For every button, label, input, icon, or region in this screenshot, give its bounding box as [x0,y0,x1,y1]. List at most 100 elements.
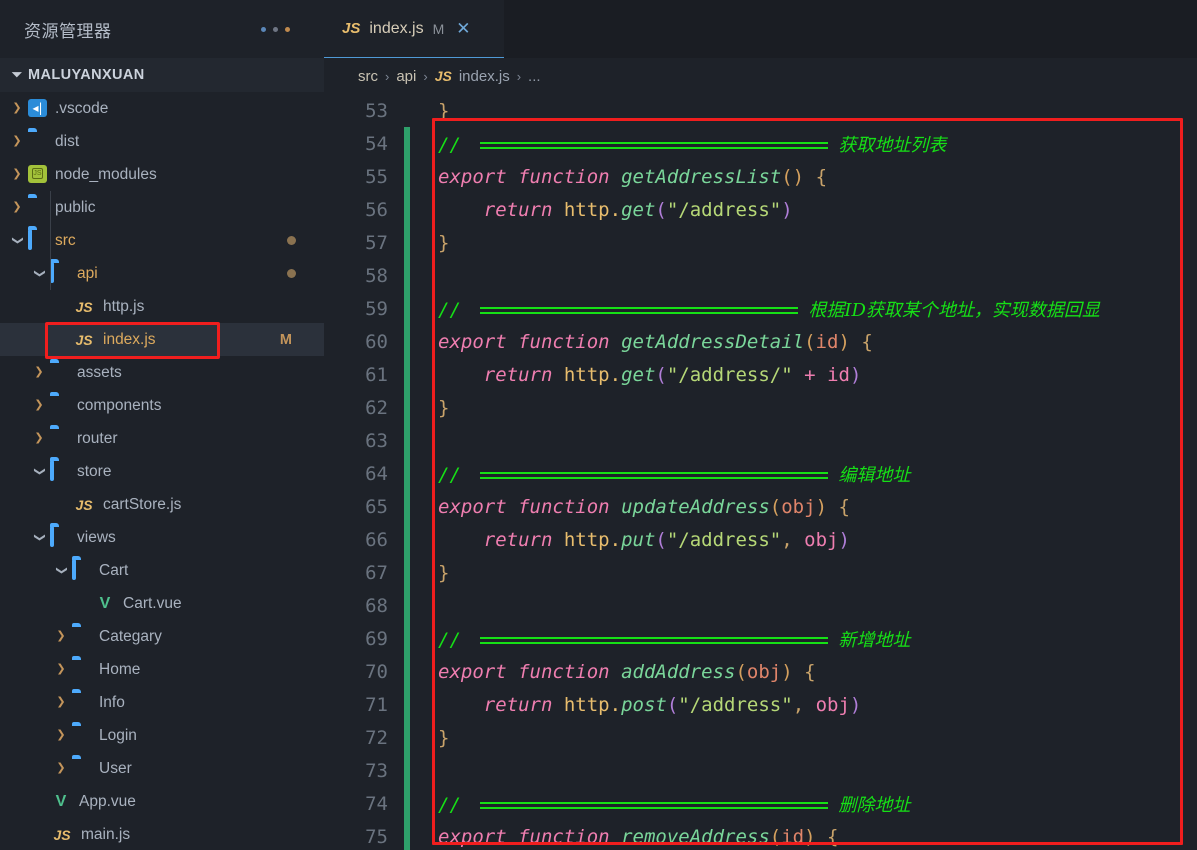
code-line[interactable]: 68 [324,589,1197,622]
code-line[interactable]: 72} [324,721,1197,754]
sidebar-item-cart[interactable]: ❯ Cart [0,554,324,587]
breadcrumb[interactable]: src › api › JS index.js ›... [324,58,1197,94]
sidebar-item-info[interactable]: ❯ Info [0,686,324,719]
code-editor[interactable]: 53} 54 // 获取地址列表 55 export function getAddre… [324,94,1197,850]
close-icon[interactable]: ✕ [456,19,470,39]
folder-icon [72,693,92,713]
code-line[interactable]: 70 export function addAddress(obj) { [324,655,1197,688]
sidebar-item-api[interactable]: ❯ api [0,257,324,290]
code-line-text: } [410,397,449,419]
breadcrumb-segment-src[interactable]: src [358,68,378,85]
sidebar-item-store[interactable]: ❯ store [0,455,324,488]
chevron-right-icon[interactable]: ❯ [50,763,72,774]
chevron-right-icon[interactable]: ❯ [28,400,50,411]
code-lines[interactable]: 53} 54 // 获取地址列表 55 export function getAddre… [324,94,1197,850]
code-line[interactable]: 63 [324,424,1197,457]
js-icon: JS [75,331,93,348]
sidebar-item-http-js[interactable]: JS http.js [0,290,324,323]
breadcrumb-segment-api[interactable]: api [396,68,416,85]
line-number: 58 [365,264,388,287]
sidebar-item-assets[interactable]: ❯ assets [0,356,324,389]
breadcrumb-file[interactable]: index.js [459,68,510,85]
code-line[interactable]: 69 // 新增地址 [324,622,1197,655]
editor-area: JS index.js M ✕ src › api › JS index.js ›... 53} 5… [324,0,1197,850]
code-line[interactable]: 54 // 获取地址列表 [324,127,1197,160]
sidebar-item-label: .vscode [55,99,109,117]
chevron-down-icon[interactable]: ❯ [12,230,24,252]
chevron-right-icon[interactable]: ❯ [50,664,72,675]
sidebar-item-cartstore-js[interactable]: JS cartStore.js [0,488,324,521]
sidebar-item-node-modules[interactable]: ❯ JS node_modules [0,158,324,191]
chevron-right-icon[interactable]: ❯ [28,433,50,444]
code-line[interactable]: 67} [324,556,1197,589]
code-line[interactable]: 57} [324,226,1197,259]
code-line[interactable]: 55 export function getAddressList() { [324,160,1197,193]
code-line-text: // 获取地址列表 [410,131,946,157]
chevron-down-icon[interactable]: ❯ [34,263,46,285]
code-line[interactable]: 61 return http.get("/address/" + id) [324,358,1197,391]
sidebar-item-cart-vue[interactable]: V Cart.vue [0,587,324,620]
sidebar-item-home[interactable]: ❯ Home [0,653,324,686]
line-number: 64 [365,462,388,485]
sidebar-item-src[interactable]: ❯ src [0,224,324,257]
chevron-right-icon[interactable]: ❯ [6,136,28,147]
code-line[interactable]: 74 // 删除地址 [324,787,1197,820]
line-number: 70 [365,660,388,683]
code-line[interactable]: 64 // 编辑地址 [324,457,1197,490]
sidebar-item-label: Cart.vue [123,594,182,612]
code-line-text: return http.put("/address", obj) [410,529,850,551]
code-line[interactable]: 59 // 根据ID获取某个地址，实现数据回显 [324,292,1197,325]
sidebar-item-views[interactable]: ❯ views [0,521,324,554]
js-icon: JS [53,826,71,843]
sidebar-item-user[interactable]: ❯ User [0,752,324,785]
sidebar-item--vscode[interactable]: ❯ ◂| .vscode [0,92,324,125]
code-token: // [438,133,473,156]
explorer-more-actions-button[interactable] [261,26,312,32]
code-token: 删除地址 [838,794,911,816]
project-root-row[interactable]: ⏷ MALUYANXUAN [0,58,324,92]
sidebar-item-public[interactable]: ❯ public [0,191,324,224]
folder-open-icon [50,261,70,284]
sidebar-item-login[interactable]: ❯ Login [0,719,324,752]
chevron-right-icon[interactable]: ❯ [50,697,72,708]
code-line[interactable]: 62} [324,391,1197,424]
chevron-right-icon[interactable]: ❯ [28,367,50,378]
code-line[interactable]: 58 [324,259,1197,292]
chevron-down-icon: ⏷ [11,67,23,82]
chevron-right-icon[interactable]: ❯ [6,202,28,213]
sidebar-item-dist[interactable]: ❯ dist [0,125,324,158]
code-line[interactable]: 56 return http.get("/address") [324,193,1197,226]
breadcrumb-overflow[interactable]: ... [528,68,541,85]
sidebar-item-app-vue[interactable]: V App.vue [0,785,324,818]
chevron-down-icon[interactable]: ❯ [34,527,46,549]
chevron-right-icon[interactable]: ❯ [6,103,28,114]
chevron-right-icon[interactable]: ❯ [50,730,72,741]
chevron-down-icon[interactable]: ❯ [56,560,68,582]
code-token: 编辑地址 [838,464,911,486]
code-line[interactable]: 53} [324,94,1197,127]
sidebar-item-router[interactable]: ❯ router [0,422,324,455]
editor-tabbar[interactable]: JS index.js M ✕ [324,0,1197,58]
chevron-right-icon[interactable]: ❯ [50,631,72,642]
sidebar-item-components[interactable]: ❯ components [0,389,324,422]
status-badge: M [279,331,292,348]
sidebar-item-index-js[interactable]: JS index.js M [0,323,324,356]
code-token: return [483,693,553,716]
code-line[interactable]: 60 export function getAddressDetail(id) { [324,325,1197,358]
chevron-right-icon[interactable]: ❯ [6,169,28,180]
sidebar-item-main-js[interactable]: JS main.js [0,818,324,850]
code-line[interactable]: 75 export function removeAddress(id) { [324,820,1197,850]
code-line[interactable]: 73 [324,754,1197,787]
file-tree[interactable]: ❯ ◂| .vscode ❯ dist ❯ JS node_modules ❯ public ❯ sr… [0,92,324,850]
tab-index-js[interactable]: JS index.js M ✕ [324,0,504,58]
code-token: , [792,693,805,716]
code-line[interactable]: 66 return http.put("/address", obj) [324,523,1197,556]
code-line-text: return http.get("/address") [410,199,793,221]
chevron-down-icon[interactable]: ❯ [34,461,46,483]
code-line[interactable]: 65 export function updateAddress(obj) { [324,490,1197,523]
code-line[interactable]: 71 return http.post("/address", obj) [324,688,1197,721]
sidebar-item-categary[interactable]: ❯ Categary [0,620,324,653]
